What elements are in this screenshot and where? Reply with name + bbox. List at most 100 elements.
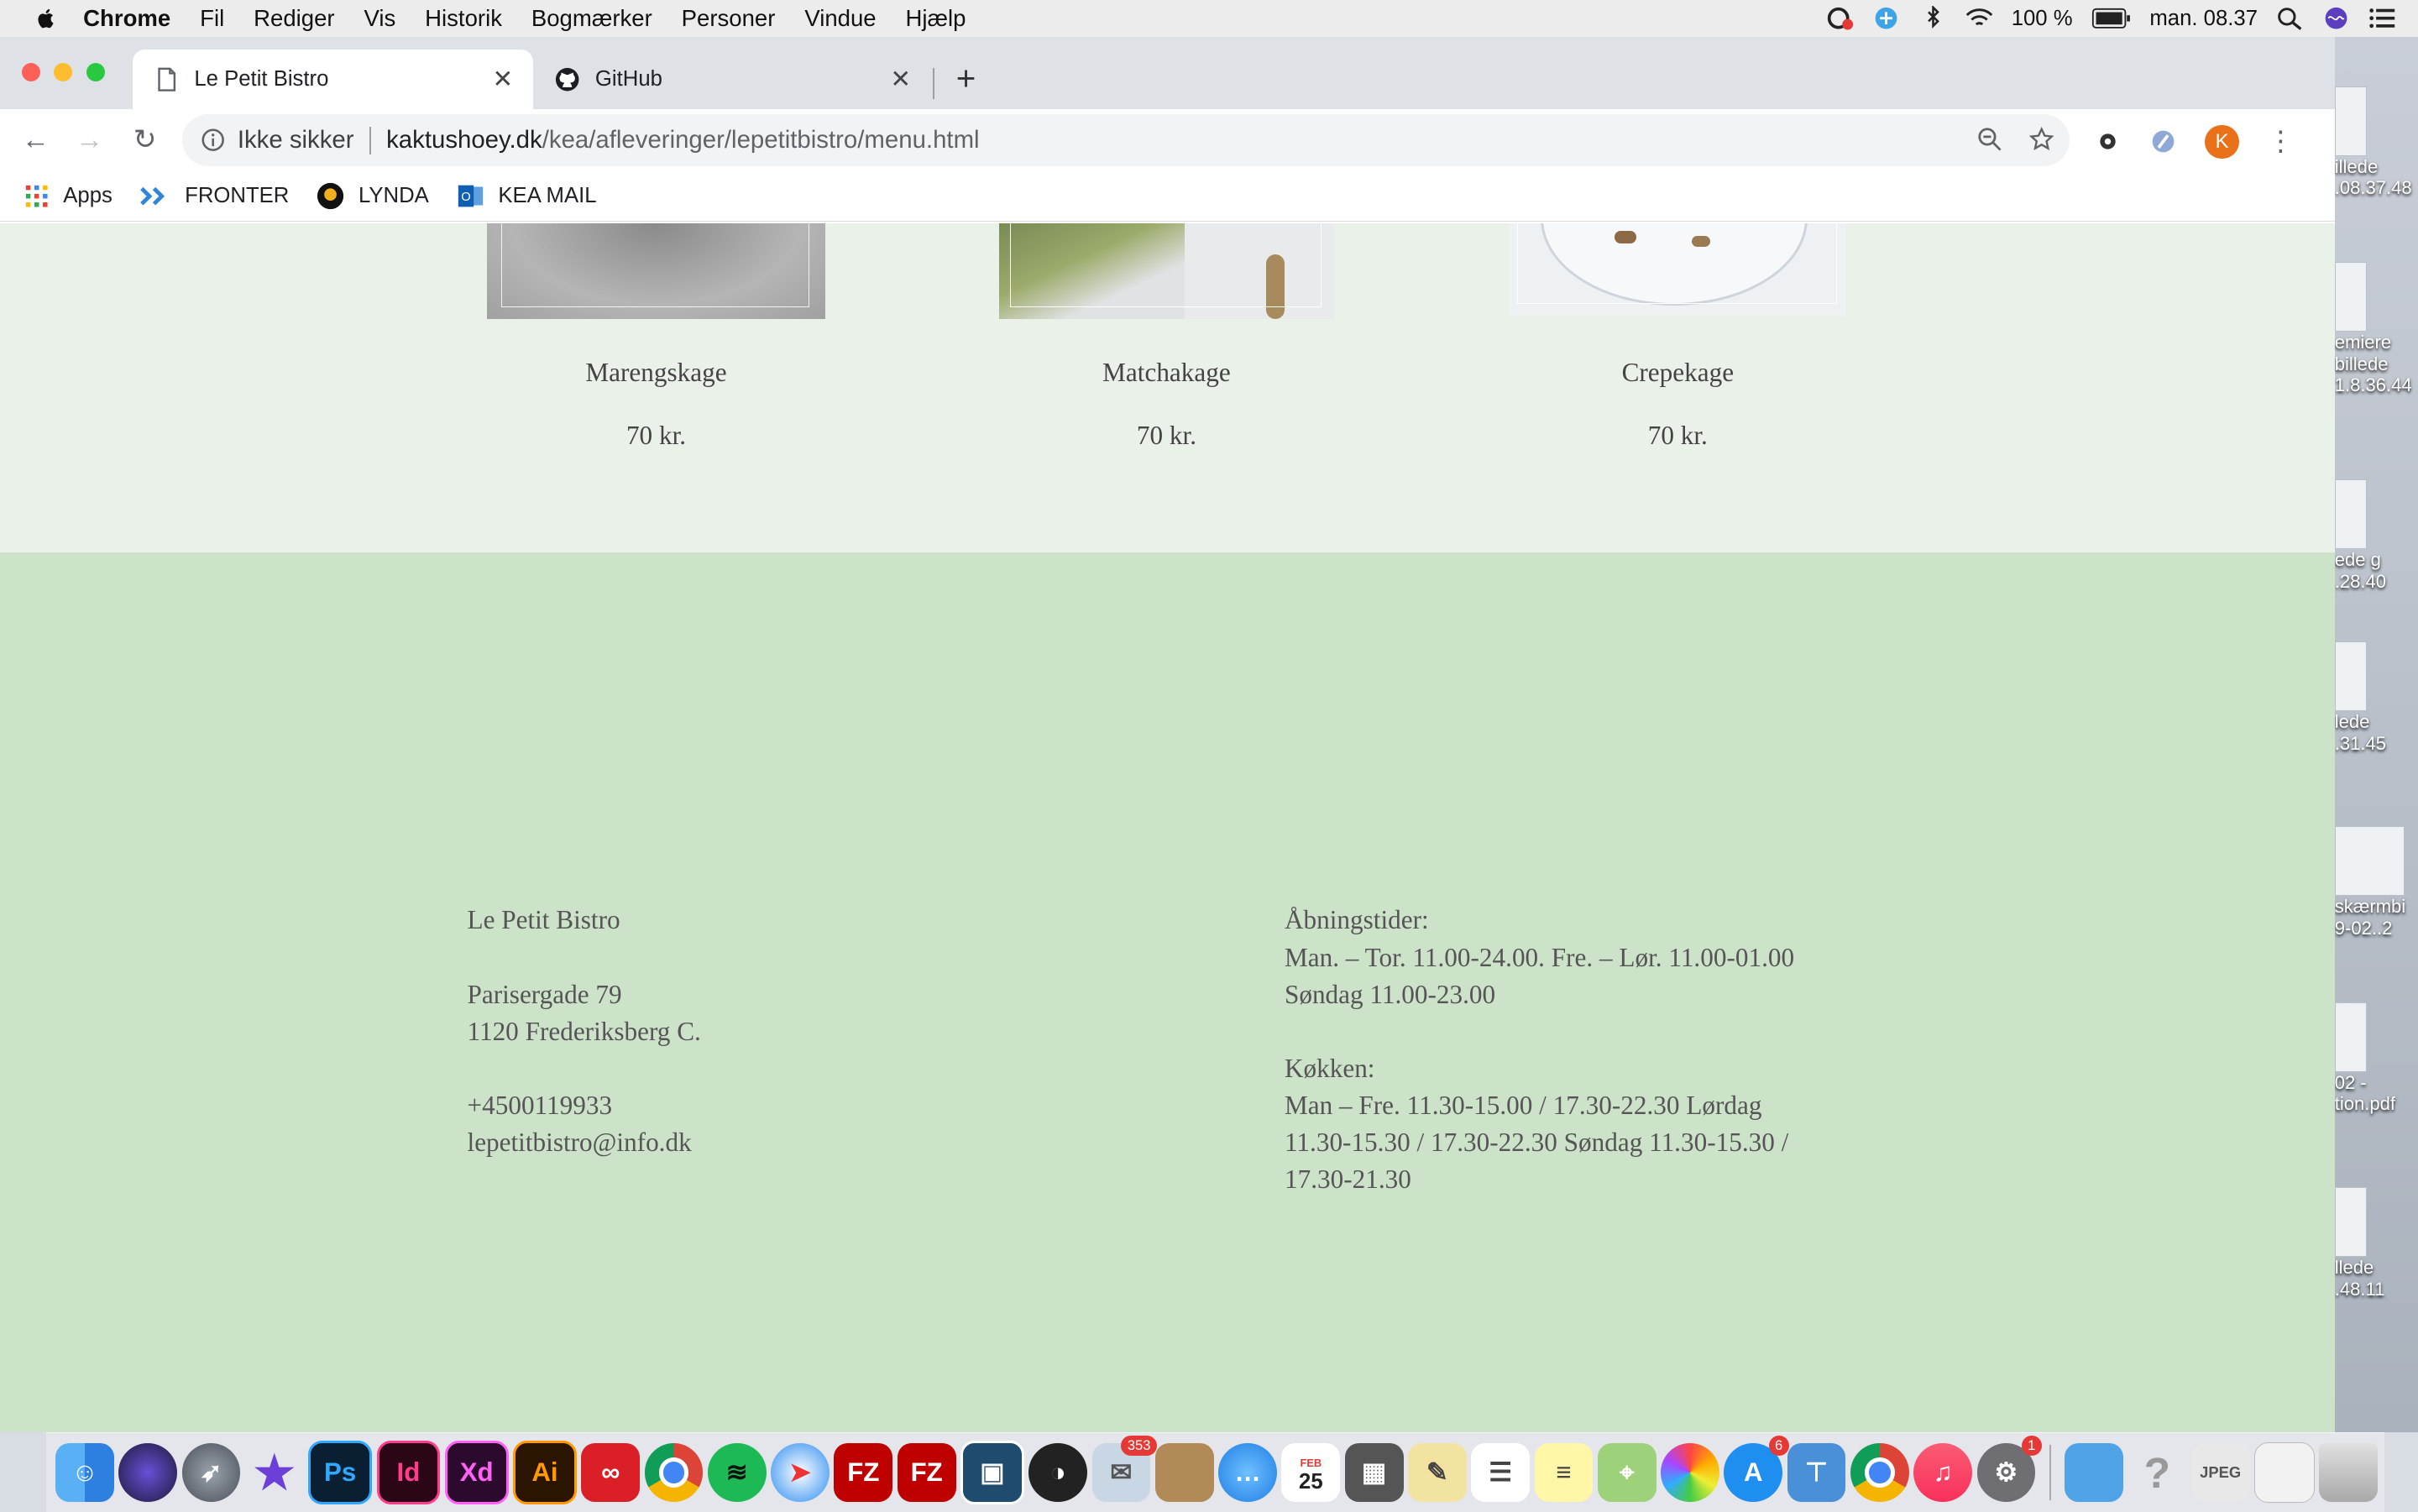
security-label[interactable]: Ikke sikker (238, 126, 354, 154)
menu-app-chrome[interactable]: Chrome (83, 5, 170, 32)
desktop-file[interactable]: ede g .28.40 (2334, 479, 2418, 592)
maps-icon[interactable]: ⌖ (1597, 1443, 1656, 1502)
contacts-icon[interactable] (1154, 1443, 1214, 1502)
zoom-out-icon[interactable] (1977, 127, 2002, 151)
siri-icon[interactable] (2322, 6, 2350, 30)
filezilla-icon[interactable]: FZ (897, 1443, 956, 1502)
menu-historik[interactable]: Historik (425, 5, 502, 32)
itunes-icon[interactable]: ♫ (1913, 1443, 1973, 1502)
chrome-menu-icon[interactable]: ⋮ (2267, 128, 2295, 155)
spotify-icon[interactable]: ≋ (707, 1443, 767, 1502)
sourcetree-icon[interactable]: ▣ (960, 1441, 1024, 1504)
menu-fil[interactable]: Fil (200, 5, 224, 32)
notes-icon[interactable]: ≡ (1534, 1443, 1594, 1502)
desktop-file[interactable]: emiere billede 1.8.36.44 (2334, 262, 2418, 396)
calculator-icon[interactable]: ▦ (1344, 1443, 1404, 1502)
desktop-file[interactable]: illede .08.37.48 (2334, 86, 2418, 199)
calendar-icon[interactable]: FEB 25 (1281, 1443, 1341, 1502)
sync-tray-icon[interactable] (1872, 6, 1900, 30)
bookmark-label: FRONTER (185, 183, 290, 207)
bookmark-label: Apps (63, 183, 113, 207)
bookmark-fronter[interactable]: FRONTER (140, 184, 289, 208)
bookmark-kea-mail[interactable]: O KEA MAIL (457, 182, 597, 210)
spotlight-search-icon[interactable] (2276, 6, 2304, 31)
chrome-icon[interactable] (1850, 1443, 1909, 1502)
messages-icon[interactable]: … (1218, 1443, 1277, 1502)
jpeg-file-icon[interactable]: JPEG (2190, 1443, 2250, 1502)
creative-cloud-icon[interactable]: ∞ (581, 1443, 641, 1502)
bookmark-star-icon[interactable] (2029, 126, 2054, 151)
keynote-icon[interactable]: ⊤ (1787, 1443, 1846, 1502)
bookmark-lynda[interactable]: LYNDA (317, 182, 429, 210)
menu-vindue[interactable]: Vindue (804, 5, 876, 32)
address-bar[interactable]: Ikke sikker kaktushoey.dk/kea/aflevering… (181, 113, 2070, 167)
apple-menu-icon[interactable] (34, 6, 58, 30)
extension-icon[interactable] (2094, 128, 2122, 155)
app-store-icon[interactable]: A6 (1724, 1436, 1789, 1502)
tab-close-icon[interactable]: ✕ (888, 65, 913, 94)
launchpad-icon[interactable]: ➶ (181, 1443, 241, 1502)
menu-item-card[interactable]: Marengskage 70 kr. (487, 223, 825, 450)
menu-vis[interactable]: Vis (364, 5, 395, 32)
creative-cloud-tray-icon[interactable] (1826, 6, 1854, 30)
new-tab-button[interactable]: + (956, 61, 976, 95)
tab-divider (933, 67, 935, 99)
profile-avatar[interactable]: K (2205, 124, 2239, 160)
menu-rediger[interactable]: Rediger (254, 5, 334, 32)
fronter-icon (140, 186, 165, 206)
kitchen-hours-line: Man – Fre. 11.30-15.00 / 17.30-22.30 Lør… (1284, 1090, 1762, 1120)
question-mark-icon[interactable]: ? (2128, 1443, 2186, 1502)
photoshop-icon[interactable]: Ps (308, 1441, 373, 1504)
tab-strip: Le Petit Bistro ✕ GitHub ✕ + (0, 37, 2335, 110)
desktop-file[interactable]: 02 - tion.pdf (2334, 1002, 2418, 1115)
tab-github[interactable]: GitHub ✕ (533, 50, 931, 110)
menu-personer[interactable]: Personer (682, 5, 776, 32)
system-preferences-icon[interactable]: ⚙ 1 (1976, 1436, 2042, 1502)
menu-item-card[interactable]: Crepekage 70 kr. (1510, 223, 1846, 450)
window-zoom-button[interactable] (86, 63, 105, 82)
window-minimize-button[interactable] (54, 63, 73, 82)
folder-icon[interactable] (2065, 1443, 2123, 1502)
menu-item-card[interactable]: Matchakage 70 kr. (999, 223, 1334, 450)
imovie-star-icon[interactable]: ★ (245, 1443, 304, 1502)
restaurant-name: Le Petit Bistro (467, 905, 620, 935)
reminders-icon[interactable]: ☰ (1471, 1443, 1531, 1502)
mail-icon[interactable]: ✉ 353 (1091, 1436, 1157, 1502)
battery-icon[interactable] (2091, 8, 2132, 29)
finder-icon[interactable]: ☺ (55, 1443, 114, 1502)
trash-icon[interactable] (2319, 1443, 2379, 1502)
siri-dock-icon[interactable] (118, 1443, 178, 1502)
notification-center-icon[interactable] (2368, 6, 2396, 30)
desktop-file[interactable]: lede .31.45 (2334, 641, 2418, 754)
menubar-clock[interactable]: man. 08.37 (2149, 7, 2258, 31)
dish-name: Marengskage (585, 358, 727, 388)
window-close-button[interactable] (21, 63, 40, 82)
menu-bogmaerker[interactable]: Bogmærker (531, 5, 652, 32)
tab-le-petit-bistro[interactable]: Le Petit Bistro ✕ (132, 49, 534, 110)
chrome-icon[interactable] (644, 1443, 704, 1502)
forward-arrow-icon[interactable]: → (74, 124, 105, 156)
filezilla-icon[interactable]: FZ (834, 1443, 893, 1502)
extension-icon[interactable] (2149, 128, 2177, 155)
street-address: Parisergade 79 (467, 979, 622, 1009)
info-icon[interactable] (201, 128, 225, 152)
dish-name: Crepekage (1621, 358, 1735, 388)
textedit-icon[interactable]: ✎ (1408, 1443, 1467, 1502)
xd-icon[interactable]: Xd (444, 1441, 509, 1504)
desktop-file[interactable]: llede .48.11 (2334, 1187, 2418, 1300)
reload-icon[interactable]: ↻ (129, 124, 160, 156)
back-arrow-icon[interactable]: ← (20, 124, 51, 156)
bluetooth-icon[interactable] (1919, 6, 1947, 30)
desktop-file[interactable]: skærmbi 9-02..2 (2334, 826, 2418, 939)
bookmark-apps[interactable]: Apps (24, 183, 113, 208)
screenshot-file-icon[interactable] (2254, 1442, 2315, 1503)
safari-icon[interactable]: ➤ (771, 1443, 830, 1502)
menu-hjaelp[interactable]: Hjælp (906, 5, 966, 32)
footer-opening-hours: Åbningstider: Man. – Tor. 11.00-24.00. F… (1285, 902, 1794, 1198)
wifi-icon[interactable] (1965, 6, 1993, 30)
tab-close-icon[interactable]: ✕ (490, 65, 515, 94)
obs-icon[interactable]: ◑ (1028, 1443, 1088, 1502)
photos-icon[interactable] (1661, 1443, 1719, 1502)
indesign-icon[interactable]: Id (376, 1441, 441, 1504)
illustrator-icon[interactable]: Ai (513, 1441, 577, 1504)
